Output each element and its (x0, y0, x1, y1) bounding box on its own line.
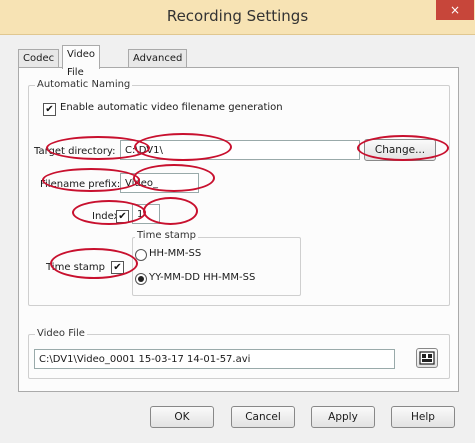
enable-auto-naming-checkbox[interactable]: ✔ (43, 103, 56, 116)
index-checkbox[interactable]: ✔ (116, 210, 129, 223)
radio-hh-mm-ss[interactable] (135, 249, 147, 261)
time-stamp-label: Time stamp (46, 262, 105, 273)
time-stamp-group-legend: Time stamp (135, 230, 198, 241)
filename-prefix-field[interactable]: Video_ (120, 173, 199, 193)
time-stamp-group: Time stamp HH-MM-SS YY-MM-DD HH-MM-SS (132, 230, 301, 296)
browse-button[interactable] (416, 348, 438, 368)
index-field[interactable]: 1 (132, 204, 160, 224)
ok-button[interactable]: OK (150, 406, 214, 428)
filename-prefix-label: Filename prefix: (40, 179, 121, 190)
change-button[interactable]: Change... (364, 139, 436, 161)
target-directory-field[interactable]: C:\DV1\ (120, 140, 360, 160)
radio-yy-mm-dd-hh-mm-ss-label: YY-MM-DD HH-MM-SS (149, 272, 256, 283)
tab-codec[interactable]: Codec (18, 49, 60, 68)
video-file-group: Video File C:\DV1\Video_0001 15-03-17 14… (28, 328, 450, 379)
radio-selected-dot (138, 276, 144, 282)
automatic-naming-group: Automatic Naming ✔ Enable automatic vide… (28, 79, 450, 306)
close-button[interactable]: × (436, 0, 474, 20)
window-title: Recording Settings (166, 7, 309, 25)
cancel-button[interactable]: Cancel (231, 406, 295, 428)
title-bar: Recording Settings × (0, 0, 475, 35)
radio-hh-mm-ss-label: HH-MM-SS (149, 248, 202, 259)
radio-yy-mm-dd-hh-mm-ss[interactable] (135, 273, 147, 285)
time-stamp-checkbox[interactable]: ✔ (111, 261, 124, 274)
tab-video-file[interactable]: Video File (62, 45, 101, 78)
help-button[interactable]: Help (391, 406, 455, 428)
apply-button[interactable]: Apply (311, 406, 375, 428)
tab-advanced[interactable]: Advanced (128, 49, 188, 68)
enable-auto-naming-label: Enable automatic video filename generati… (60, 102, 283, 113)
video-file-legend: Video File (35, 328, 87, 339)
folder-browse-icon (419, 351, 435, 365)
close-icon: × (449, 3, 461, 17)
target-directory-label: Target directory: (34, 146, 116, 157)
video-file-path-field[interactable]: C:\DV1\Video_0001 15-03-17 14-01-57.avi (34, 349, 395, 369)
tab-panel: Automatic Naming ✔ Enable automatic vide… (18, 67, 459, 392)
